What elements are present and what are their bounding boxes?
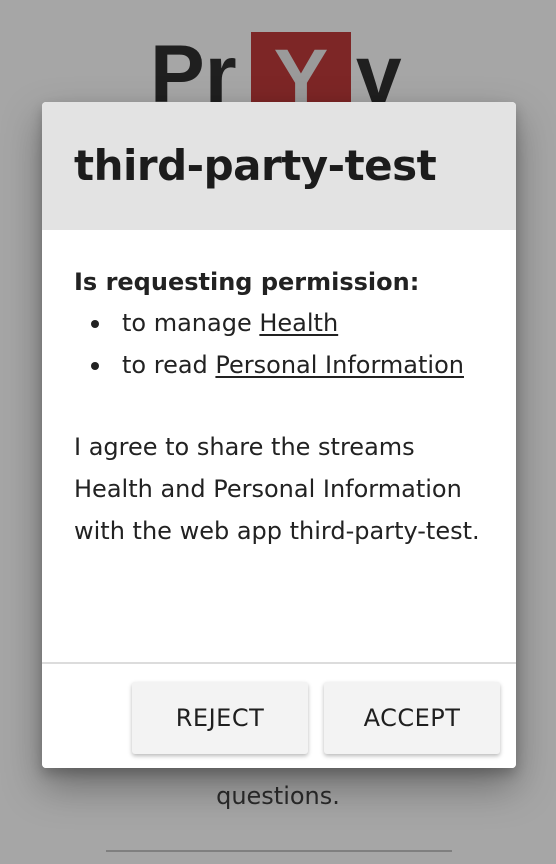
stream-link-personal-information[interactable]: Personal Information — [215, 351, 464, 379]
permission-item: to read Personal Information — [74, 344, 494, 386]
dialog-actions: REJECT ACCEPT — [42, 662, 516, 768]
dialog-body: Is requesting permission: to manage Heal… — [74, 262, 494, 552]
permissions-heading: Is requesting permission: — [74, 268, 420, 296]
accept-button[interactable]: ACCEPT — [324, 682, 500, 754]
stream-link-health[interactable]: Health — [259, 309, 338, 337]
reject-button[interactable]: REJECT — [132, 682, 308, 754]
permissions-list: to manage Health to read Personal Inform… — [74, 302, 494, 386]
dialog-title: third-party-test — [74, 141, 437, 190]
bullet-icon — [91, 320, 99, 328]
dialog-header: third-party-test — [42, 102, 516, 230]
bullet-icon — [91, 362, 99, 370]
permission-level: to manage — [122, 309, 260, 337]
background-divider — [106, 850, 452, 852]
permission-item: to manage Health — [74, 302, 494, 344]
background-footer-text: questions. — [216, 782, 340, 810]
app-page: Pr Y v questions. third-party-test Is re… — [0, 0, 556, 864]
agreement-text: I agree to share the streams Health and … — [74, 433, 480, 545]
permission-level: to read — [122, 351, 216, 379]
consent-dialog: third-party-test Is requesting permissio… — [42, 102, 516, 768]
